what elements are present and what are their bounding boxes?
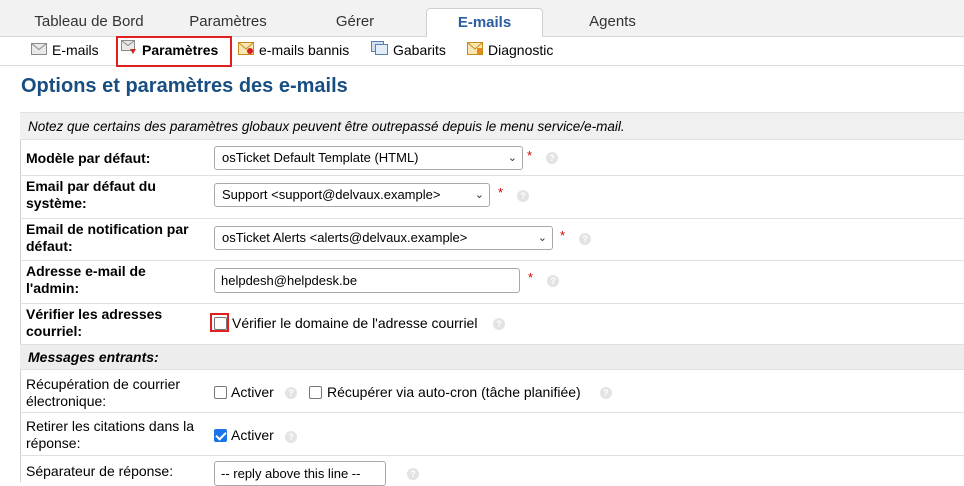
chevron-down-icon: ⌄ xyxy=(474,189,484,201)
fetch-enable-label: Activer xyxy=(231,384,274,400)
help-icon[interactable]: ? xyxy=(285,431,297,443)
default-alert-email-value: osTicket Alerts <alerts@delvaux.example> xyxy=(222,230,468,245)
help-icon[interactable]: ? xyxy=(600,387,612,399)
incoming-section-title: Messages entrants: xyxy=(28,349,159,365)
subnav-diagnostic-label: Diagnostic xyxy=(488,42,554,58)
label-line: Email de notification par xyxy=(26,221,189,237)
strip-quotes-enable-label: Activer xyxy=(231,427,274,443)
reply-separator-label: Séparateur de réponse: xyxy=(26,463,174,479)
subnav-settings-label: Paramètres xyxy=(142,42,219,58)
verify-email-label: Vérifier les adresses courriel: xyxy=(26,306,162,340)
row-admin-email: Adresse e-mail de l'admin: helpdesh@help… xyxy=(20,260,964,303)
default-alert-email-label: Email de notification par défaut: xyxy=(26,221,189,255)
subnav-templates[interactable]: Gabarits xyxy=(371,37,446,66)
label-line: l'admin: xyxy=(26,280,80,296)
templates-icon xyxy=(371,37,388,64)
page-title: Options et paramètres des e-mails xyxy=(21,75,348,97)
incoming-section-header: Messages entrants: xyxy=(20,344,964,369)
chevron-down-icon: ⌄ xyxy=(537,232,547,244)
default-template-select[interactable]: osTicket Default Template (HTML) ⌄ xyxy=(214,146,523,170)
label-line: Récupération de courrier xyxy=(26,376,181,392)
label-line: Vérifier les adresses xyxy=(26,306,163,322)
label-line: réponse: xyxy=(26,435,81,451)
subnav-settings[interactable]: Paramètres xyxy=(121,37,218,66)
verify-domain-label: Vérifier le domaine de l'adresse courrie… xyxy=(232,315,478,331)
tab-manage[interactable]: Gérer xyxy=(300,8,410,37)
row-default-template: Modèle par défaut: osTicket Default Temp… xyxy=(20,139,964,175)
fetch-enable-checkbox[interactable] xyxy=(214,386,227,399)
default-system-email-label: Email par défaut du système: xyxy=(26,178,156,212)
tab-dashboard[interactable]: Tableau de Bord xyxy=(14,8,164,37)
tab-agents[interactable]: Agents xyxy=(555,8,670,37)
required-mark: * xyxy=(560,228,566,243)
row-reply-separator: Séparateur de réponse: -- reply above th… xyxy=(20,455,964,486)
subnav-banned-emails[interactable]: e-mails bannis xyxy=(238,37,349,66)
default-template-value: osTicket Default Template (HTML) xyxy=(222,150,419,165)
label-line: système: xyxy=(26,195,87,211)
help-icon[interactable]: ? xyxy=(493,318,505,330)
help-icon[interactable]: ? xyxy=(285,387,297,399)
sub-nav: E-mails Paramètres e-mails bannis Gabari… xyxy=(0,37,964,66)
default-template-label: Modèle par défaut: xyxy=(26,150,151,166)
label-line: électronique: xyxy=(26,393,107,409)
required-mark: * xyxy=(527,148,533,163)
strip-quotes-label: Retirer les citations dans la réponse: xyxy=(26,418,194,452)
tab-emails[interactable]: E-mails xyxy=(426,8,543,38)
subnav-diagnostic[interactable]: Diagnostic xyxy=(467,37,553,66)
row-email-fetch: Récupération de courrier électronique: A… xyxy=(20,369,964,412)
help-icon[interactable]: ? xyxy=(547,275,559,287)
diagnostic-icon xyxy=(467,37,483,64)
help-icon[interactable]: ? xyxy=(579,233,591,245)
notice-text: Notez que certains des paramètres globau… xyxy=(28,119,625,134)
email-fetch-label: Récupération de courrier électronique: xyxy=(26,376,180,410)
row-verify-email: Vérifier les adresses courriel: Vérifier… xyxy=(20,303,964,344)
chevron-down-icon: ⌄ xyxy=(507,152,517,164)
label-line: Retirer les citations dans la xyxy=(26,418,195,434)
row-strip-quotes: Retirer les citations dans la réponse: A… xyxy=(20,412,964,455)
label-line: Adresse e-mail de xyxy=(26,263,146,279)
default-system-email-select[interactable]: Support <support@delvaux.example> ⌄ xyxy=(214,183,490,207)
label-line: défaut: xyxy=(26,238,73,254)
row-default-system-email: Email par défaut du système: Support <su… xyxy=(20,175,964,218)
subnav-emails[interactable]: E-mails xyxy=(31,37,99,66)
settings-mail-icon xyxy=(121,37,137,64)
default-system-email-value: Support <support@delvaux.example> xyxy=(222,187,441,202)
required-mark: * xyxy=(498,185,504,200)
autocron-label: Récupérer via auto-cron (tâche planifiée… xyxy=(327,384,581,400)
autocron-checkbox[interactable] xyxy=(309,386,322,399)
verify-domain-checkbox[interactable] xyxy=(214,317,227,330)
notice-row: Notez que certains des paramètres globau… xyxy=(20,112,964,139)
help-icon[interactable]: ? xyxy=(546,152,558,164)
label-line: Email par défaut du xyxy=(26,178,156,194)
label-line: courriel: xyxy=(26,323,83,339)
subnav-templates-label: Gabarits xyxy=(393,42,446,58)
admin-email-input[interactable]: helpdesh@helpdesk.be xyxy=(214,268,520,293)
row-default-alert-email: Email de notification par défaut: osTick… xyxy=(20,218,964,260)
default-alert-email-select[interactable]: osTicket Alerts <alerts@delvaux.example>… xyxy=(214,226,553,250)
main-nav: Tableau de Bord Paramètres Gérer E-mails… xyxy=(0,0,964,38)
help-icon[interactable]: ? xyxy=(517,190,529,202)
subnav-emails-label: E-mails xyxy=(52,42,99,58)
banned-mail-icon xyxy=(238,37,254,64)
envelope-icon xyxy=(31,37,47,64)
required-mark: * xyxy=(528,270,534,285)
admin-email-label: Adresse e-mail de l'admin: xyxy=(26,263,146,297)
tab-settings[interactable]: Paramètres xyxy=(168,8,288,37)
subnav-banned-label: e-mails bannis xyxy=(259,42,350,58)
strip-quotes-checkbox[interactable] xyxy=(214,429,227,442)
reply-separator-input[interactable]: -- reply above this line -- xyxy=(214,461,386,486)
